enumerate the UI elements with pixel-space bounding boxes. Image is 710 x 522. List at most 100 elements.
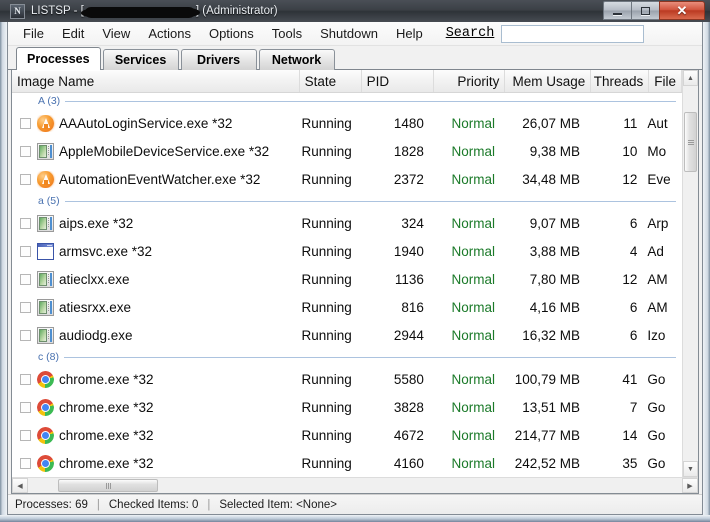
vertical-scroll-track[interactable] — [683, 86, 698, 461]
cell-state: Running — [301, 399, 352, 415]
group-header[interactable]: A (3) — [12, 93, 682, 109]
cell-threads: 14 — [622, 427, 638, 443]
process-name-label: armsvc.exe *32 — [59, 243, 153, 259]
group-header[interactable]: c (8) — [12, 349, 682, 365]
row-checkbox[interactable] — [20, 457, 31, 469]
tab-strip: Processes Services Drivers Network — [8, 46, 702, 71]
scroll-right-button[interactable]: ▶ — [682, 478, 698, 493]
window-title: LISTSP - [ ] (Administrator) — [31, 5, 278, 18]
tab-drivers[interactable]: Drivers — [180, 49, 257, 70]
row-checkbox[interactable] — [20, 173, 31, 185]
horizontal-scroll-track[interactable] — [28, 478, 682, 493]
cell-mem-usage: 7,80 MB — [529, 271, 581, 287]
cell-image-name: AAAutoLoginService.exe *32 — [37, 114, 296, 132]
row-checkbox[interactable] — [20, 245, 31, 257]
cell-threads: 7 — [629, 399, 638, 415]
table-row[interactable]: audiodg.exe Running 2944 Normal 16,32 MB 6 Izo — [12, 321, 682, 349]
table-row[interactable]: AppleMobileDeviceService.exe *32 Running 1… — [12, 137, 682, 165]
row-checkbox[interactable] — [20, 429, 31, 441]
process-name-label: aips.exe *32 — [59, 215, 134, 231]
menu-item-options[interactable]: Options — [200, 24, 263, 43]
scroll-down-button[interactable]: ▼ — [683, 461, 698, 477]
cell-threads: 6 — [629, 215, 638, 231]
row-checkbox[interactable] — [20, 217, 31, 229]
horizontal-scroll-thumb[interactable] — [58, 479, 158, 492]
app-window-icon — [37, 326, 54, 344]
menu-item-actions[interactable]: Actions — [139, 24, 200, 43]
scroll-left-button[interactable]: ◀ — [12, 478, 28, 493]
table-row[interactable]: atiesrxx.exe Running 816 Normal 4,16 MB 6 AM — [12, 293, 682, 321]
cell-mem-usage: 3,88 MB — [529, 243, 581, 259]
table-row[interactable]: chrome.exe *32 Running 4672 Normal 214,77 MB… — [12, 421, 682, 449]
maximize-button[interactable] — [631, 1, 660, 20]
row-checkbox[interactable] — [20, 401, 31, 413]
cell-pid: 324 — [401, 215, 424, 231]
status-separator: | — [96, 498, 100, 511]
cell-mem-usage: 16,32 MB — [522, 327, 581, 343]
column-header-priority[interactable]: Priority — [434, 70, 506, 92]
row-checkbox[interactable] — [20, 273, 31, 285]
table-row[interactable]: atieclxx.exe Running 1136 Normal 7,80 MB 12 AM — [12, 265, 682, 293]
cell-image-name: AutomationEventWatcher.exe *32 — [37, 170, 296, 188]
column-header-file[interactable]: File — [649, 70, 682, 92]
column-header-mem-usage[interactable]: Mem Usage — [505, 70, 592, 92]
vertical-scroll-thumb[interactable] — [684, 112, 697, 172]
cell-image-name: armsvc.exe *32 — [37, 242, 296, 260]
tab-services[interactable]: Services — [102, 49, 179, 70]
table-row[interactable]: AAAutoLoginService.exe *32 Running 1480 Nor… — [12, 109, 682, 137]
cell-threads: 6 — [629, 327, 638, 343]
process-name-label: chrome.exe *32 — [59, 455, 154, 471]
row-checkbox[interactable] — [20, 117, 31, 129]
status-selected-item: Selected Item: <None> — [219, 498, 337, 511]
horizontal-scrollbar[interactable]: ◀ ▶ — [12, 477, 698, 493]
cell-image-name: atiesrxx.exe — [37, 298, 296, 316]
column-header-image-name[interactable]: Image Name — [12, 70, 300, 92]
row-checkbox[interactable] — [20, 329, 31, 341]
column-header-state[interactable]: State — [300, 70, 362, 92]
menu-item-file[interactable]: File — [14, 24, 53, 43]
menu-item-help[interactable]: Help — [387, 24, 432, 43]
search-input[interactable] — [501, 24, 645, 43]
chrome-icon — [37, 398, 54, 416]
group-header[interactable]: a (5) — [12, 193, 682, 209]
tab-processes[interactable]: Processes — [16, 47, 101, 71]
title-bar[interactable]: N LISTSP - [ ] (Administrator) ✕ — [0, 0, 710, 22]
app-window-icon — [37, 214, 54, 232]
minimize-button[interactable] — [603, 1, 632, 20]
row-checkbox[interactable] — [20, 301, 31, 313]
row-checkbox[interactable] — [20, 145, 31, 157]
cell-image-name: aips.exe *32 — [37, 214, 296, 232]
search-label[interactable]: Search — [432, 25, 501, 42]
cell-threads: 10 — [622, 143, 638, 159]
menu-item-view[interactable]: View — [93, 24, 139, 43]
table-row[interactable]: chrome.exe *32 Running 3828 Normal 13,51 MB 7… — [12, 393, 682, 421]
table-row[interactable]: armsvc.exe *32 Running 1940 Normal 3,88 MB 4 A… — [12, 237, 682, 265]
vertical-scrollbar[interactable]: ▲ ▼ — [682, 70, 698, 477]
process-name-label: audiodg.exe — [59, 327, 133, 343]
tab-network[interactable]: Network — [258, 49, 335, 70]
cell-file: Go — [647, 399, 666, 415]
scroll-up-button[interactable]: ▲ — [683, 70, 698, 86]
group-divider-line — [38, 101, 676, 102]
cell-state: Running — [301, 371, 352, 387]
column-header-pid[interactable]: PID — [362, 70, 434, 92]
redacted-title-text — [80, 6, 200, 18]
menu-item-shutdown[interactable]: Shutdown — [311, 24, 387, 43]
row-checkbox[interactable] — [20, 373, 31, 385]
cell-threads: 12 — [622, 271, 638, 287]
menu-item-tools[interactable]: Tools — [263, 24, 311, 43]
menu-item-edit[interactable]: Edit — [53, 24, 93, 43]
cell-image-name: chrome.exe *32 — [37, 426, 296, 444]
table-row[interactable]: chrome.exe *32 Running 4160 Normal 242,52 MB… — [12, 449, 682, 477]
close-button[interactable]: ✕ — [659, 1, 705, 20]
cell-mem-usage: 9,07 MB — [529, 215, 581, 231]
cell-mem-usage: 242,52 MB — [514, 455, 581, 471]
chrome-icon — [37, 370, 54, 388]
list-column-headers: Image Name State PID Priority Mem Usage … — [12, 70, 682, 93]
column-header-threads[interactable]: Threads — [591, 70, 650, 92]
table-row[interactable]: AutomationEventWatcher.exe *32 Running 237… — [12, 165, 682, 193]
table-row[interactable]: aips.exe *32 Running 324 Normal 9,07 MB 6 Arp — [12, 209, 682, 237]
table-row[interactable]: chrome.exe *32 Running 5580 Normal 100,79 MB… — [12, 365, 682, 393]
application-window: N LISTSP - [ ] (Administrator) ✕ File Ed… — [0, 0, 710, 522]
list-body[interactable]: A (3) AAAutoLoginService.exe *32 Running 14… — [12, 93, 682, 477]
